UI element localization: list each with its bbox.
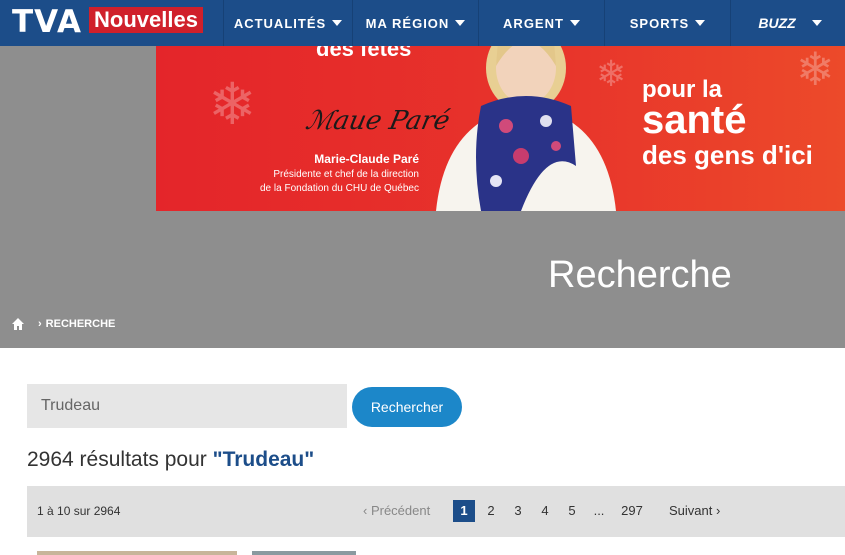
page-link[interactable]: 3 xyxy=(507,500,529,522)
banner-text-des-fetes: des fêtes xyxy=(316,46,412,61)
results-heading: 2964 résultats pour "Trudeau" xyxy=(27,448,314,472)
nav-label: SPORTS xyxy=(629,15,690,31)
logo-nouvelles-text: Nouvelles xyxy=(89,7,203,33)
next-page-link[interactable]: Suivant › xyxy=(669,503,720,518)
results-query: "Trudeau" xyxy=(212,448,315,471)
logo-tva-text: TVA xyxy=(12,4,83,40)
handwritten-signature: ℳaue Paré xyxy=(302,106,453,136)
snowflake-icon: ❄ xyxy=(796,46,835,95)
page-numbers: 1 2 3 4 5 ... 297 xyxy=(453,500,652,522)
page-title: Recherche xyxy=(548,254,732,296)
advertisement-banner[interactable]: ❄ ❄ ❄ des fêtes pour la santé des gens d… xyxy=(156,46,845,211)
breadcrumb-current: RECHERCHE xyxy=(45,318,116,330)
next-label: Suivant xyxy=(669,503,713,518)
signature-title: Présidente et chef de la direction xyxy=(273,169,419,180)
previous-label: Précédent xyxy=(370,503,431,518)
page-ellipsis: ... xyxy=(593,503,605,518)
page-link[interactable]: 5 xyxy=(561,500,583,522)
previous-page-link[interactable]: ‹ Précédent xyxy=(363,503,430,518)
signature-name: Marie-Claude Paré xyxy=(314,152,419,166)
page-link-current[interactable]: 1 xyxy=(453,500,475,522)
nav-label: MA RÉGION xyxy=(365,15,450,31)
nav-item-buzz[interactable]: BUZZ xyxy=(730,0,845,46)
results-count: 2964 résultats pour xyxy=(27,448,213,471)
chevron-down-icon xyxy=(695,20,706,26)
chevron-down-icon xyxy=(811,20,822,26)
page-link[interactable]: 4 xyxy=(534,500,556,522)
banner-text-sante: santé xyxy=(642,98,747,142)
person-photo xyxy=(436,46,616,211)
chevron-right-icon: › xyxy=(712,503,721,518)
nav-item-ma-region[interactable]: MA RÉGION xyxy=(352,0,478,46)
nav-label: BUZZ xyxy=(758,15,796,31)
snowflake-icon: ❄ xyxy=(208,72,257,137)
home-icon[interactable] xyxy=(11,317,25,331)
result-thumbnail[interactable] xyxy=(37,551,237,555)
search-button[interactable]: Rechercher xyxy=(352,387,462,427)
hero-section: ❄ ❄ ❄ des fêtes pour la santé des gens d… xyxy=(0,46,845,348)
page-link[interactable]: 2 xyxy=(480,500,502,522)
top-navigation: TVA Nouvelles ACTUALITÉS MA RÉGION ARGEN… xyxy=(0,0,845,46)
results-range: 1 à 10 sur 2964 xyxy=(37,504,121,518)
nav-menu: ACTUALITÉS MA RÉGION ARGENT SPORTS BUZZ xyxy=(223,0,845,46)
nav-item-sports[interactable]: SPORTS xyxy=(604,0,730,46)
nav-label: ACTUALITÉS xyxy=(233,15,327,31)
nav-item-actualites[interactable]: ACTUALITÉS xyxy=(223,0,352,46)
breadcrumb: › RECHERCHE xyxy=(11,317,115,331)
banner-text-des-gens-dici: des gens d'ici xyxy=(642,140,813,170)
chevron-left-icon: ‹ xyxy=(363,503,371,518)
nav-label: ARGENT xyxy=(503,15,564,31)
result-thumbnail[interactable] xyxy=(252,551,356,555)
search-input[interactable] xyxy=(27,384,347,428)
chevron-down-icon xyxy=(455,20,466,26)
chevron-down-icon xyxy=(332,20,343,26)
page-link-last[interactable]: 297 xyxy=(617,500,647,522)
signature-organization: de la Fondation du CHU de Québec xyxy=(260,183,419,194)
tva-nouvelles-logo[interactable]: TVA Nouvelles xyxy=(0,0,210,46)
chevron-down-icon xyxy=(569,20,580,26)
nav-item-argent[interactable]: ARGENT xyxy=(478,0,604,46)
chevron-right-icon: › xyxy=(38,318,42,330)
pagination-bar: 1 à 10 sur 2964 ‹ Précédent 1 2 3 4 5 ..… xyxy=(27,486,845,537)
